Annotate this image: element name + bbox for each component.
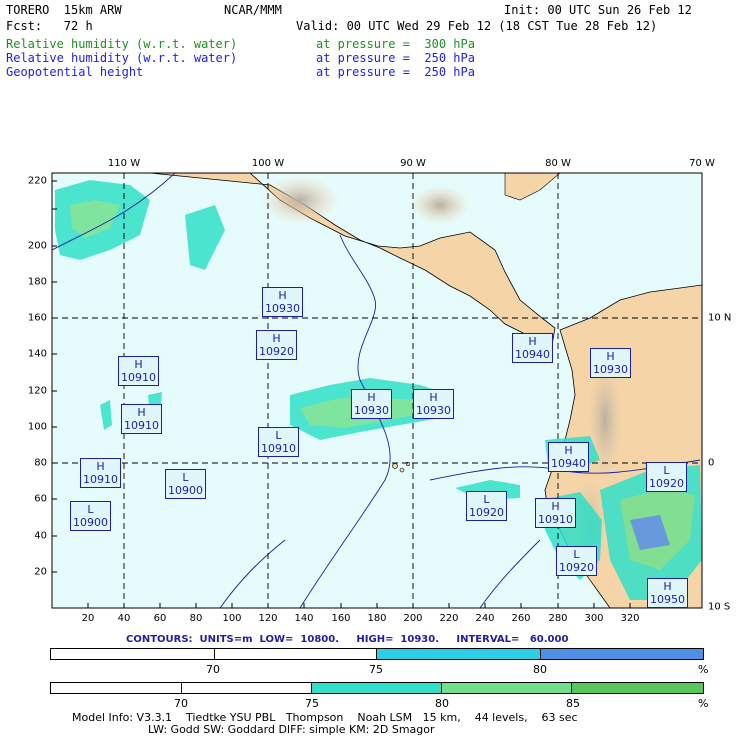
- y-tick-label: 180: [27, 276, 47, 288]
- high-low-label: H 10910: [118, 356, 159, 386]
- y-tick-label: 40: [34, 530, 47, 542]
- x-tick-label: 180: [367, 613, 387, 624]
- x-tick-label: 160: [331, 613, 351, 624]
- x-tick-label: 80: [189, 613, 203, 624]
- high-low-label: H 10940: [512, 333, 553, 363]
- high-low-label: H 10930: [351, 389, 392, 419]
- lat-label-10n: 10 N: [708, 312, 732, 324]
- x-tick-label: 100: [222, 613, 242, 624]
- x-tick-label: 320: [620, 613, 640, 624]
- high-low-label: H 10910: [535, 498, 576, 528]
- x-tick-label: 260: [511, 613, 531, 624]
- high-low-label: L 10910: [258, 427, 299, 457]
- lon-label-70w: 70 W: [689, 158, 715, 169]
- colorbar-segment: [377, 649, 541, 659]
- model-physics: LW: Godd SW: Goddard DIFF: simple KM: 2D…: [148, 723, 435, 736]
- x-tick-label: 60: [153, 613, 167, 624]
- colorbar-label: 75: [369, 663, 383, 676]
- x-tick-label: 300: [584, 613, 604, 624]
- y-tick-label: 120: [27, 385, 47, 397]
- colorbar-segment: [181, 683, 313, 693]
- lat-label-equator: 0: [708, 457, 715, 469]
- y-tick-label: 80: [34, 457, 47, 469]
- high-low-label: L 10900: [70, 501, 111, 531]
- high-low-label: H 10940: [548, 442, 589, 472]
- high-low-label: H 10930: [262, 287, 303, 317]
- colorbar-segment: [312, 683, 442, 693]
- high-low-label: L 10920: [466, 491, 507, 521]
- lon-label-90w: 90 W: [400, 158, 426, 169]
- high-low-label: H 10920: [256, 330, 297, 360]
- x-tick-label: 120: [258, 613, 278, 624]
- lon-label-110w: 110 W: [107, 158, 141, 169]
- x-tick-label: 200: [403, 613, 423, 624]
- x-tick-label: 140: [294, 613, 314, 624]
- high-low-label: L 10920: [556, 546, 597, 576]
- colorbar-250hpa: [50, 648, 704, 660]
- colorbar-segment: [51, 683, 182, 693]
- high-low-label: L 10920: [646, 462, 687, 492]
- colorbar-label: 80: [435, 697, 449, 710]
- x-tick-label: 40: [117, 613, 131, 624]
- high-low-label: L 10900: [165, 469, 206, 499]
- y-tick-label: 200: [27, 240, 47, 252]
- x-tick-label: 220: [439, 613, 459, 624]
- x-tick-label: 20: [81, 613, 95, 624]
- colorbar-unit: %: [698, 663, 709, 676]
- y-tick-label: 60: [34, 493, 47, 505]
- colorbar-segment: [441, 683, 573, 693]
- colorbar-segment: [572, 683, 703, 693]
- colorbar-segment: [541, 649, 703, 659]
- high-low-label: H 10930: [413, 389, 454, 419]
- colorbar-label: 75: [305, 697, 319, 710]
- lat-label-10s: 10 S: [708, 601, 731, 613]
- high-low-label: H 10950: [647, 578, 688, 608]
- colorbar-label: 80: [533, 663, 547, 676]
- colorbar-segment: [215, 649, 377, 659]
- y-tick-label: 20: [34, 566, 47, 578]
- colorbar-label: 85: [566, 697, 580, 710]
- colorbar-label: 70: [174, 697, 188, 710]
- lon-label-100w: 100 W: [251, 158, 285, 169]
- y-tick-label: 100: [27, 421, 47, 433]
- colorbar-label: 70: [206, 663, 220, 676]
- y-tick-label: 220: [27, 175, 47, 187]
- y-tick-label: 160: [27, 312, 47, 324]
- x-tick-label: 280: [548, 613, 568, 624]
- x-tick-label: 240: [475, 613, 495, 624]
- y-tick-label: 140: [27, 348, 47, 360]
- high-low-label: H 10910: [80, 458, 121, 488]
- lon-label-80w: 80 W: [545, 158, 571, 169]
- high-low-label: H 10910: [121, 404, 162, 434]
- colorbar-unit: %: [698, 697, 709, 710]
- contour-info: CONTOURS: UNITS=m LOW= 10800. HIGH= 1093…: [126, 634, 569, 645]
- colorbar-segment: [51, 649, 215, 659]
- high-low-label: H 10930: [590, 348, 631, 378]
- colorbar-300hpa: [50, 682, 704, 694]
